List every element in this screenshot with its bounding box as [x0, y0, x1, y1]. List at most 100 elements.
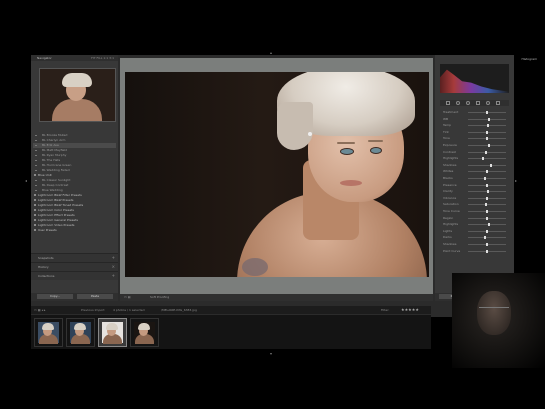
collections-panel[interactable]: Collections + — [31, 271, 118, 280]
left-panel-toggle-icon[interactable]: ◂ — [25, 178, 27, 183]
adjustment-brush-icon[interactable] — [496, 101, 500, 105]
filmstrip-source[interactable]: Previous Import — [81, 308, 105, 312]
slider-track[interactable] — [468, 249, 506, 253]
develop-slider-row[interactable]: Region — [438, 216, 510, 221]
develop-slider-row[interactable]: Temp — [438, 123, 510, 128]
slider-knob[interactable] — [486, 210, 488, 213]
slider-knob[interactable] — [484, 177, 487, 180]
histogram[interactable] — [440, 64, 509, 93]
soft-proofing-toggle[interactable]: Soft Proofing — [150, 295, 169, 299]
slider-knob[interactable] — [489, 163, 492, 167]
slider-knob[interactable] — [486, 243, 488, 246]
history-panel[interactable]: History × — [31, 262, 118, 271]
slider-track[interactable] — [468, 203, 506, 207]
slider-track[interactable] — [468, 157, 506, 161]
rating-filter-stars[interactable]: ★★★★★ — [401, 307, 419, 312]
develop-slider-row[interactable]: Tone — [438, 136, 510, 141]
slider-knob[interactable] — [486, 137, 488, 141]
develop-slider-row[interactable]: Shadows — [438, 163, 510, 168]
plus-icon[interactable]: + — [112, 255, 115, 260]
slider-knob[interactable] — [486, 196, 488, 200]
slider-knob[interactable] — [487, 223, 490, 227]
paste-button[interactable]: Paste — [77, 294, 113, 299]
plus-icon[interactable]: + — [112, 273, 115, 278]
filmstrip-thumbnail-selected[interactable] — [98, 318, 127, 347]
top-panel-toggle-icon[interactable]: ▴ — [270, 50, 272, 55]
develop-slider-row[interactable]: WB — [438, 117, 510, 122]
slider-knob[interactable] — [486, 190, 489, 194]
develop-slider-row[interactable]: Blacks — [438, 176, 510, 181]
develop-slider-row[interactable]: Contrast — [438, 150, 510, 155]
slider-track[interactable] — [468, 236, 506, 240]
develop-slider-row[interactable]: Saturation — [438, 202, 510, 207]
slider-track[interactable] — [468, 163, 506, 167]
develop-slider-row[interactable]: Point Curve — [438, 249, 510, 254]
develop-slider-row[interactable]: Tone Curve — [438, 209, 510, 214]
develop-slider-row[interactable]: Shadows — [438, 242, 510, 247]
slider-track[interactable] — [468, 170, 506, 174]
photo-eye-right — [370, 147, 382, 154]
slider-track[interactable] — [468, 223, 506, 227]
red-eye-icon[interactable] — [466, 101, 470, 105]
slider-knob[interactable] — [485, 150, 488, 154]
view-mode-icons[interactable]: ▭ ▤ — [124, 295, 131, 299]
slider-knob[interactable] — [486, 216, 488, 220]
main-photo[interactable] — [125, 72, 429, 277]
copy-button[interactable]: Copy... — [37, 294, 73, 299]
slider-knob[interactable] — [487, 144, 490, 147]
snapshots-panel[interactable]: Snapshots + — [31, 253, 118, 262]
slider-track[interactable] — [468, 243, 506, 246]
slider-track[interactable] — [468, 124, 506, 128]
preset-folder[interactable]: User Presets — [33, 228, 116, 233]
navigator-preview[interactable] — [39, 68, 116, 122]
slider-track[interactable] — [468, 137, 506, 141]
filmstrip-thumbnail[interactable] — [130, 318, 159, 347]
navigator-header[interactable]: Navigator FIT FILL 1:1 3:1 — [31, 55, 118, 61]
slider-track[interactable] — [468, 190, 506, 194]
slider-knob[interactable] — [482, 157, 485, 161]
filmstrip-thumbnail[interactable] — [34, 318, 63, 347]
slider-track[interactable] — [468, 183, 506, 187]
slider-track[interactable] — [468, 196, 506, 200]
develop-slider-row[interactable]: Exposure — [438, 143, 510, 148]
develop-slider-row[interactable]: Whites — [438, 169, 510, 174]
filmstrip-nav-icons[interactable]: ▭ ▦ ◂ ▸ — [34, 308, 46, 312]
slider-track[interactable] — [468, 117, 506, 121]
radial-filter-icon[interactable] — [486, 101, 490, 105]
slider-track[interactable] — [468, 150, 506, 154]
slider-knob[interactable] — [484, 203, 487, 207]
filmstrip-thumbnail[interactable] — [66, 318, 95, 347]
spot-removal-icon[interactable] — [456, 101, 460, 105]
slider-track[interactable] — [468, 144, 506, 147]
develop-slider-row[interactable]: Treatment — [438, 110, 510, 115]
develop-slider-row[interactable]: Highlights — [438, 222, 510, 227]
develop-slider-row[interactable]: Highlights — [438, 156, 510, 161]
develop-slider-row[interactable]: Clarity — [438, 189, 510, 194]
slider-knob[interactable] — [486, 229, 488, 233]
slider-knob[interactable] — [486, 183, 488, 187]
slider-track[interactable] — [468, 210, 506, 213]
navigator-zoom-options[interactable]: FIT FILL 1:1 3:1 — [91, 56, 114, 60]
bottom-panel-toggle-icon[interactable]: ▾ — [270, 351, 272, 356]
graduated-filter-icon[interactable] — [476, 101, 480, 105]
develop-slider-row[interactable]: Tint — [438, 130, 510, 135]
develop-slider-row[interactable]: Lights — [438, 229, 510, 234]
slider-track[interactable] — [468, 177, 506, 180]
slider-track[interactable] — [468, 111, 506, 114]
slider-knob[interactable] — [484, 236, 487, 240]
slider-track[interactable] — [468, 216, 506, 220]
right-panel-toggle-icon[interactable]: ▸ — [515, 178, 517, 183]
slider-knob[interactable] — [486, 130, 488, 134]
slider-knob[interactable] — [486, 170, 488, 174]
crop-icon[interactable] — [446, 101, 450, 105]
close-x-icon[interactable]: × — [112, 264, 115, 269]
develop-slider-row[interactable]: Vibrance — [438, 196, 510, 201]
slider-knob[interactable] — [487, 117, 490, 121]
slider-knob[interactable] — [486, 124, 489, 128]
develop-slider-row[interactable]: Presence — [438, 183, 510, 188]
slider-knob[interactable] — [486, 249, 488, 253]
develop-slider-row[interactable]: Darks — [438, 235, 510, 240]
slider-track[interactable] — [468, 229, 506, 233]
slider-track[interactable] — [468, 130, 506, 134]
slider-knob[interactable] — [486, 111, 488, 114]
